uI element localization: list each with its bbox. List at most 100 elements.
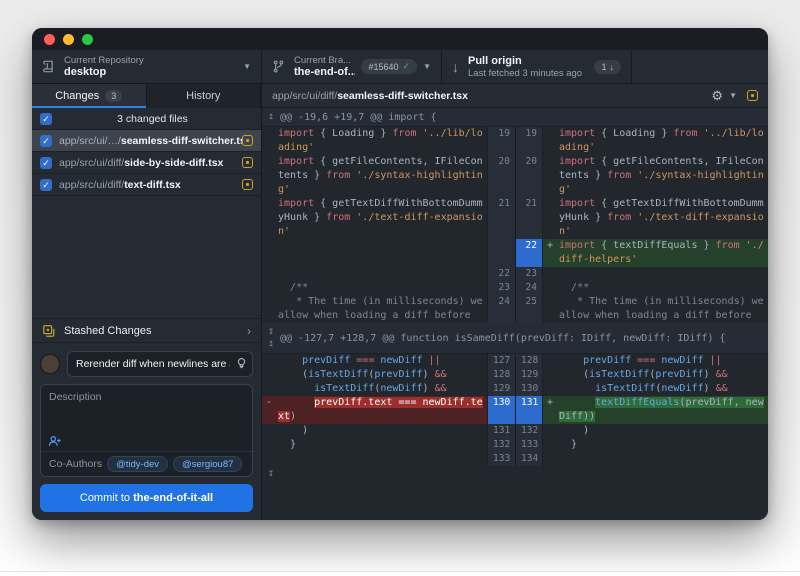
new-line-number[interactable]: 19	[515, 127, 543, 155]
diff-options-button[interactable]: ⚙▼	[711, 88, 737, 104]
diff-row: import { Loading } from '../lib/loading'…	[262, 127, 768, 155]
expand-hunk-up-icon[interactable]: ↥	[268, 111, 274, 123]
diff-row: }132133 }	[262, 438, 768, 452]
pr-check-icon: ✓	[403, 61, 411, 72]
toolbar: Current Repository desktop ▼ Current Bra…	[32, 50, 768, 84]
old-line-number[interactable]: 21	[487, 197, 515, 239]
new-code-cell: (isTextDiff(prevDiff) &&	[543, 368, 768, 382]
zoom-window-button[interactable]	[82, 34, 93, 45]
new-line-number[interactable]: 128	[515, 354, 543, 368]
chevron-down-icon: ▼	[243, 62, 251, 71]
tab-changes[interactable]: Changes 3	[32, 84, 147, 108]
file-checkbox[interactable]: ✓	[40, 179, 52, 191]
old-line-number[interactable]: 22	[487, 267, 515, 281]
old-line-number[interactable]: 127	[487, 354, 515, 368]
commit-form: Description Co-Authors @tidy-dev@sergiou…	[32, 343, 261, 520]
old-code-cell: (isTextDiff(prevDiff) &&	[262, 368, 487, 382]
new-line-number[interactable]: 24	[515, 281, 543, 295]
deleted-marker: -	[266, 396, 272, 410]
old-code-cell: import { Loading } from '../lib/loading'	[262, 127, 487, 155]
old-line-number[interactable]: 24	[487, 295, 515, 323]
old-line-number[interactable]: 129	[487, 382, 515, 396]
file-checkbox[interactable]: ✓	[40, 135, 52, 147]
old-line-number[interactable]: 128	[487, 368, 515, 382]
new-line-number[interactable]: 132	[515, 424, 543, 438]
old-code-cell: }	[262, 438, 487, 452]
new-line-number[interactable]: 130	[515, 382, 543, 396]
old-code-cell: - prevDiff.text === newDiff.text)	[262, 396, 487, 424]
pull-count-badge: 1 ↓	[594, 60, 621, 74]
old-code-cell: isTextDiff(newDiff) &&	[262, 382, 487, 396]
chevron-down-icon: ▼	[729, 91, 737, 100]
diff-row: 22+import { textDiffEquals } from './dif…	[262, 239, 768, 267]
lightbulb-icon[interactable]	[236, 357, 247, 370]
commit-button[interactable]: Commit to the-end-of-it-all	[40, 484, 253, 512]
commit-description-box: Description Co-Authors @tidy-dev@sergiou…	[40, 384, 253, 477]
description-placeholder: Description	[49, 391, 102, 403]
new-line-number[interactable]: 131	[515, 396, 543, 424]
expand-hunk-down-icon[interactable]: ↧	[268, 468, 274, 480]
old-line-number[interactable]: 23	[487, 281, 515, 295]
new-line-number[interactable]: 129	[515, 368, 543, 382]
old-code-cell	[262, 452, 487, 466]
add-coauthor-icon[interactable]	[48, 435, 62, 447]
commit-summary-input[interactable]	[67, 351, 253, 377]
pull-title: Pull origin	[468, 55, 588, 68]
file-row[interactable]: ✓ app/src/ui/diff/text-diff.tsx	[32, 174, 261, 196]
page-bottom-strip	[0, 571, 800, 576]
hunk-header-text: @@ -127,7 +128,7 @@ function isSameDiff(…	[280, 333, 768, 344]
file-row[interactable]: ✓app/src/ui/…/seamless-diff-switcher.tsx	[32, 130, 261, 152]
new-line-number[interactable]: 20	[515, 155, 543, 197]
coauthor-pill[interactable]: @tidy-dev	[107, 456, 168, 472]
hunk-header: ↥@@ -19,6 +19,7 @@ import {	[262, 108, 768, 127]
old-line-number[interactable]: 130	[487, 396, 515, 424]
diff-row: )131132 )	[262, 424, 768, 438]
stash-icon	[42, 324, 56, 338]
old-line-number[interactable]: 132	[487, 438, 515, 452]
coauthors-row: Co-Authors @tidy-dev@sergiou87	[41, 451, 252, 476]
current-repository-button[interactable]: Current Repository desktop ▼	[32, 50, 262, 83]
stashed-changes-row[interactable]: Stashed Changes ›	[32, 318, 261, 343]
coauthor-pill[interactable]: @sergiou87	[173, 456, 242, 472]
minimize-window-button[interactable]	[63, 34, 74, 45]
new-code-cell: + textDiffEquals(prevDiff, newDiff))	[543, 396, 768, 424]
old-code-cell: prevDiff === newDiff ||	[262, 354, 487, 368]
old-line-number[interactable]	[487, 239, 515, 267]
select-all-checkbox[interactable]: ✓	[40, 113, 52, 125]
diff-panel: app/src/ui/diff/seamless-diff-switcher.t…	[262, 84, 768, 520]
file-checkbox[interactable]: ✓	[40, 157, 52, 169]
pull-origin-button[interactable]: ↓ Pull origin Last fetched 3 minutes ago…	[442, 50, 632, 83]
diff-row: prevDiff === newDiff ||127128 prevDiff =…	[262, 354, 768, 368]
modified-status-icon	[242, 179, 253, 190]
current-branch-button[interactable]: Current Bra... the-end-of... #15640 ✓ ▼	[262, 50, 442, 83]
new-line-number[interactable]: 133	[515, 438, 543, 452]
old-line-number[interactable]: 133	[487, 452, 515, 466]
new-code-cell: * The time (in milliseconds) we allow wh…	[543, 295, 768, 323]
old-line-number[interactable]: 20	[487, 155, 515, 197]
file-path: app/src/ui/diff/text-diff.tsx	[59, 179, 242, 191]
expand-hunk-up-icon[interactable]: ↥	[268, 338, 274, 350]
tab-history[interactable]: History	[147, 84, 262, 108]
changed-files-header: ✓ 3 changed files	[32, 108, 261, 130]
new-line-number[interactable]: 22	[515, 239, 543, 267]
expand-hunk-down-icon[interactable]: ↧	[268, 326, 274, 338]
commit-description-input[interactable]: Description	[41, 385, 252, 451]
diff-row: import { getFileContents, IFileContents …	[262, 155, 768, 197]
new-code-cell: import { getTextDiffWithBottomDummyHunk …	[543, 197, 768, 239]
app-window: Current Repository desktop ▼ Current Bra…	[32, 28, 768, 520]
new-line-number[interactable]: 23	[515, 267, 543, 281]
diff-row: /**2324 /**	[262, 281, 768, 295]
new-code-cell	[543, 267, 768, 281]
old-line-number[interactable]: 131	[487, 424, 515, 438]
new-line-number[interactable]: 134	[515, 452, 543, 466]
new-code-cell: prevDiff === newDiff ||	[543, 354, 768, 368]
file-row[interactable]: ✓app/src/ui/diff/side-by-side-diff.tsx	[32, 152, 261, 174]
diff-row: * The time (in milliseconds) we allow wh…	[262, 295, 768, 323]
new-line-number[interactable]: 25	[515, 295, 543, 323]
new-line-number[interactable]: 21	[515, 197, 543, 239]
old-code-cell: )	[262, 424, 487, 438]
old-line-number[interactable]: 19	[487, 127, 515, 155]
diff-row: import { getTextDiffWithBottomDummyHunk …	[262, 197, 768, 239]
close-window-button[interactable]	[44, 34, 55, 45]
chevron-down-icon: ▼	[423, 62, 431, 71]
